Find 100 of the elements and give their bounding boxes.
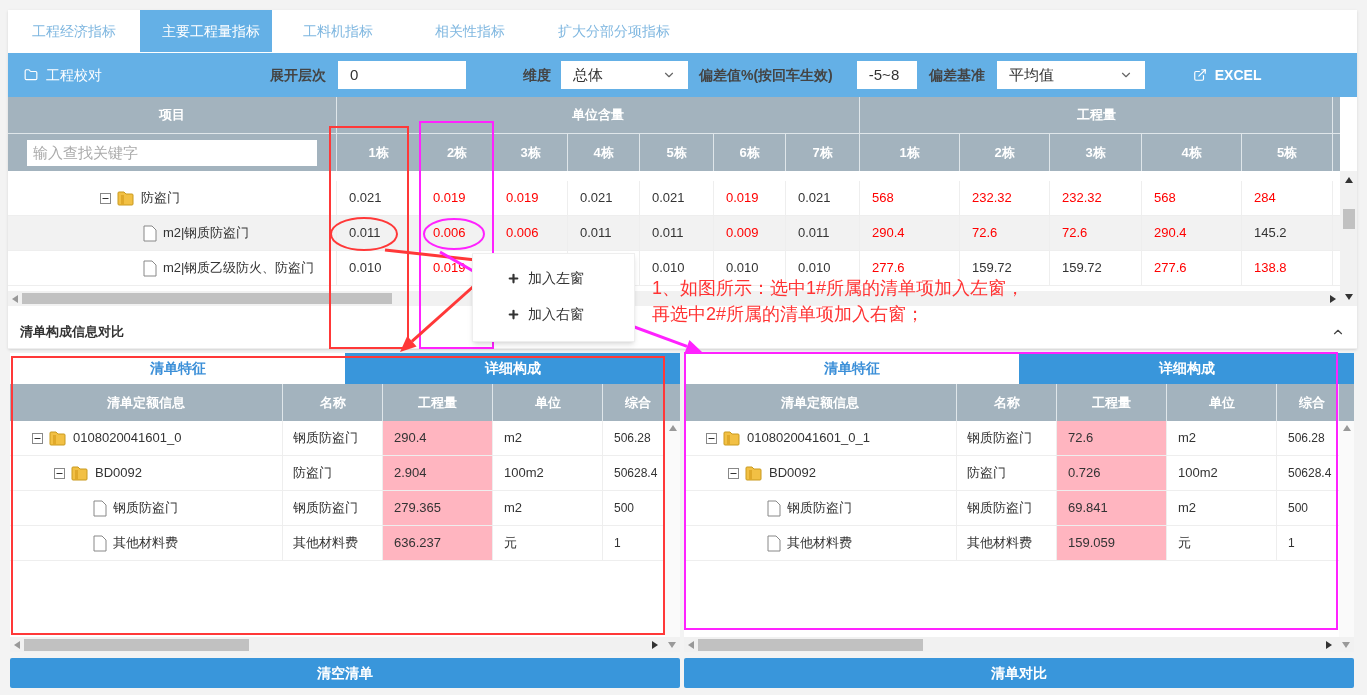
field-label: 展开层次	[270, 65, 326, 85]
up-arrow-icon[interactable]	[1344, 177, 1353, 183]
table-cell-text: 1	[1288, 535, 1295, 552]
table-cell-text: 0.006	[506, 224, 539, 243]
tree-label: 0108020041601_0	[73, 429, 182, 448]
table-cell-text: 0.011	[652, 224, 684, 243]
tab[interactable]: 详细构成	[345, 353, 680, 384]
table-cell-text: 0.011	[349, 224, 381, 243]
input-field[interactable]: 0	[338, 61, 466, 89]
folder-icon	[723, 429, 741, 447]
table-cell-text: 500	[614, 500, 635, 517]
left-arrow-icon[interactable]	[688, 640, 694, 649]
table-cell-text: m2	[1178, 499, 1197, 518]
file-icon	[93, 534, 107, 552]
vertical-scrollbar[interactable]	[665, 421, 680, 637]
action-button[interactable]: 清空清单	[10, 658, 680, 688]
tab[interactable]: 清单特征	[10, 353, 345, 384]
table-cell-text: 284	[1254, 189, 1276, 208]
tab[interactable]: 主要工程量指标	[140, 10, 272, 52]
table-cell-text: 0.010	[726, 259, 759, 278]
table-cell-text: 50628.4	[1288, 465, 1332, 482]
quantity-cell: 159.059	[1057, 526, 1167, 560]
tree-label: 防盗门	[141, 189, 180, 208]
table-cell-text: 防盗门	[967, 464, 1006, 483]
table-cell-text: 防盗门	[293, 464, 332, 483]
table-cell-text: 159.72	[1062, 259, 1102, 278]
table-cell-text: 72.6	[972, 224, 998, 243]
folder-icon	[117, 189, 135, 207]
search-field[interactable]: 输入查找关键字	[27, 139, 317, 166]
dropdown[interactable]: 平均值	[996, 61, 1145, 89]
table-cell-text: 0.011	[580, 224, 612, 243]
table-cell-text: 568	[1154, 189, 1176, 208]
table-cell-text: 1	[614, 535, 621, 552]
file-icon	[767, 534, 781, 552]
collapse-icon[interactable]	[728, 467, 739, 479]
table-cell-text: m2	[504, 429, 523, 448]
action-button[interactable]: 清单对比	[684, 658, 1354, 688]
excel-export-button[interactable]: EXCEL	[1192, 64, 1262, 86]
collapse-icon[interactable]	[706, 432, 717, 444]
toolbar-title: 工程校对	[46, 65, 102, 85]
table-cell-text: 0.021	[652, 189, 685, 208]
annotation-ellipse	[423, 218, 485, 250]
table-cell-text: 506.28	[1288, 430, 1325, 447]
table-cell-text: 159.72	[972, 259, 1012, 278]
file-icon	[767, 499, 781, 517]
right-arrow-icon[interactable]	[1330, 294, 1336, 303]
tree-label: m2|钢质防盗门	[163, 224, 250, 243]
table-cell-text: 232.32	[1062, 189, 1102, 208]
column-group-header: 工程量	[860, 97, 1333, 133]
table-cell-text: 100m2	[1178, 464, 1218, 483]
down-arrow-icon[interactable]	[1344, 294, 1353, 300]
table-cell-text: m2	[504, 499, 523, 518]
table-cell-text: 0.019	[433, 189, 466, 208]
tree-label: 0108020041601_0_1	[747, 429, 870, 448]
table-row[interactable]: 防盗门 0.021 0.019 0.019 0.021 0.021 0.019 0.021 568 232.32 232.32 568 284	[8, 181, 1340, 216]
vertical-scrollbar[interactable]	[1339, 421, 1354, 637]
table-cell-text: 0.021	[798, 189, 831, 208]
folder-icon	[24, 68, 38, 82]
dropdown[interactable]: 总体	[561, 61, 688, 89]
quantity-cell: 2.904	[383, 456, 493, 490]
right-arrow-icon[interactable]	[1326, 640, 1332, 649]
tree-label: 其他材料费	[113, 534, 178, 553]
table-cell-text: 0.006	[433, 224, 466, 243]
table-cell-text: 568	[872, 189, 894, 208]
tree-label: BD0092	[769, 464, 816, 483]
quantity-cell: 290.4	[383, 421, 493, 455]
table-cell-text: 0.010	[349, 259, 382, 278]
table-cell-text: m2	[1178, 429, 1197, 448]
table-cell-text: 元	[504, 534, 517, 553]
collapse-icon[interactable]	[32, 432, 43, 444]
collapse-icon[interactable]	[54, 467, 65, 479]
field-label: 偏差基准	[928, 65, 985, 85]
scroll-thumb[interactable]	[1342, 208, 1355, 229]
file-icon	[143, 259, 157, 277]
tab[interactable]: 清单特征	[684, 353, 1019, 384]
left-arrow-icon[interactable]	[14, 640, 20, 649]
tree-label: 其他材料费	[787, 534, 852, 553]
table-cell-text: 钢质防盗门	[967, 499, 1032, 518]
table-row[interactable]: m2|钢质防盗门 0.011 0.006 0.006 0.011 0.011 0.009 0.011 290.4 72.6 72.6 290.4 145.2	[8, 216, 1340, 251]
column-header: 项目	[8, 97, 337, 133]
field-label: 维度	[523, 65, 551, 85]
menu-item[interactable]: 加入右窗	[473, 296, 634, 332]
collapse-icon[interactable]	[100, 192, 111, 204]
table-cell-text: 其他材料费	[293, 534, 358, 553]
input-field[interactable]: -5~8	[856, 61, 917, 89]
section-title: 清单构成信息对比	[20, 323, 124, 342]
table-cell-text: 元	[1178, 534, 1191, 553]
right-arrow-icon[interactable]	[652, 640, 658, 649]
table-cell-text: 0.021	[580, 189, 613, 208]
table-cell-text: 145.2	[1254, 224, 1287, 243]
folder-icon	[71, 464, 89, 482]
left-arrow-icon[interactable]	[12, 294, 18, 303]
table-cell-text: 277.6	[1154, 259, 1187, 278]
table-cell-text: 232.32	[972, 189, 1012, 208]
folder-icon	[745, 464, 763, 482]
table-cell-text: 0.019	[726, 189, 759, 208]
vertical-scrollbar[interactable]	[1340, 171, 1357, 306]
quantity-cell: 72.6	[1057, 421, 1167, 455]
table-cell-text: 钢质防盗门	[967, 429, 1032, 448]
tab[interactable]: 详细构成	[1019, 353, 1354, 384]
